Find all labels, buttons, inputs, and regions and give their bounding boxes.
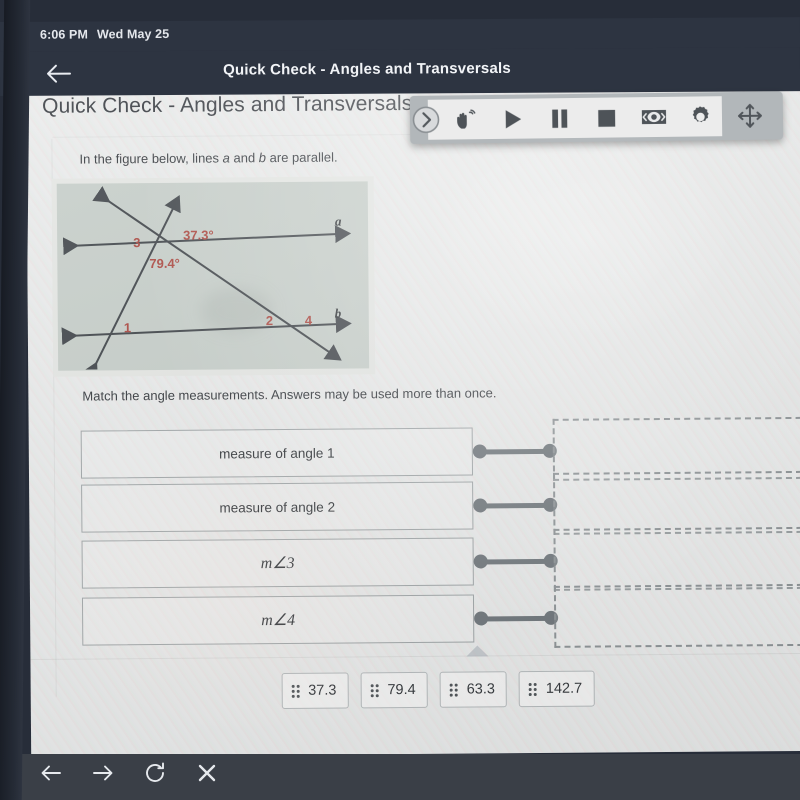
answer-tile-value: 63.3 bbox=[466, 681, 495, 698]
figure-angle-label-4: 4 bbox=[304, 312, 313, 328]
page-title: Quick Check - Angles and Transversals bbox=[42, 91, 413, 118]
figure-diagram bbox=[61, 186, 352, 370]
answer-tile[interactable]: 37.3 bbox=[281, 672, 349, 710]
gear-icon[interactable] bbox=[684, 99, 718, 133]
answer-tile[interactable]: 79.4 bbox=[360, 671, 428, 709]
figure-prompt-intro: In the figure below, lines bbox=[79, 150, 223, 167]
answer-tile-value: 79.4 bbox=[387, 681, 416, 699]
answer-tray-caret-icon bbox=[466, 645, 489, 657]
play-icon[interactable] bbox=[495, 102, 529, 136]
device-photo: 6:06 PM Wed May 25 Quick Check - Angles a… bbox=[0, 0, 800, 800]
match-label-box[interactable]: m∠3 bbox=[81, 537, 474, 589]
figure-line-label-a: a bbox=[334, 213, 342, 229]
drag-grip-icon bbox=[528, 682, 538, 696]
drag-grip-icon bbox=[449, 683, 459, 697]
device-bezel bbox=[0, 0, 31, 800]
refresh-icon[interactable] bbox=[140, 758, 170, 788]
match-instruction: Match the angle measurements. Answers ma… bbox=[82, 385, 497, 404]
status-bar-date: Wed May 25 bbox=[96, 26, 170, 42]
pause-icon[interactable] bbox=[542, 101, 576, 135]
answer-tile[interactable]: 142.7 bbox=[518, 670, 595, 708]
match-label-text: m∠4 bbox=[261, 611, 296, 630]
match-label-text: m∠3 bbox=[260, 554, 295, 573]
arrow-left-icon[interactable] bbox=[36, 758, 66, 788]
stop-icon[interactable] bbox=[589, 100, 623, 134]
figure-line-label-b: b bbox=[334, 305, 342, 321]
match-dropzone[interactable] bbox=[553, 583, 800, 648]
match-dropzone[interactable] bbox=[553, 526, 800, 591]
web-page: Quick Check - Angles and Transversals In… bbox=[26, 86, 800, 757]
match-connector bbox=[473, 497, 558, 513]
match-label-box[interactable]: measure of angle 1 bbox=[80, 427, 474, 479]
app-bar-title: Quick Check - Angles and Transversals bbox=[223, 59, 511, 79]
status-bar-time: 6:06 PM bbox=[39, 27, 88, 42]
move-four-arrows-icon[interactable] bbox=[720, 94, 781, 137]
tap-hand-icon[interactable] bbox=[448, 102, 482, 136]
match-row: m∠4 bbox=[81, 583, 800, 648]
match-connector bbox=[474, 610, 559, 626]
match-row: measure of angle 1 bbox=[80, 416, 800, 481]
figure-angle-label-1: 1 bbox=[123, 320, 132, 336]
answer-tile-value: 37.3 bbox=[308, 682, 337, 699]
figure-angle-label-3: 3 bbox=[133, 235, 141, 251]
floating-toolbar-buttons bbox=[444, 96, 722, 139]
figure-prompt: In the figure below, lines a and b are p… bbox=[79, 150, 337, 167]
figure-prompt-and: and bbox=[229, 150, 259, 166]
figure-prompt-outro: are parallel. bbox=[265, 149, 338, 166]
answer-tray: 37.3 79.4 63.3 142.7 bbox=[31, 669, 800, 731]
chevron-right-circle-icon[interactable] bbox=[411, 105, 441, 135]
figure-angle-label-373: 37.3° bbox=[183, 227, 214, 243]
bottom-nav-bar bbox=[0, 754, 800, 800]
figure-angle-label-2: 2 bbox=[265, 313, 274, 329]
match-row: m∠3 bbox=[81, 526, 800, 591]
match-rows-container: measure of angle 1 measure of angle 2 m∠… bbox=[29, 416, 800, 661]
status-bar-text: 6:06 PM Wed May 25 bbox=[40, 27, 169, 42]
match-label-text: measure of angle 1 bbox=[218, 445, 335, 461]
geometry-figure: 3 37.3° 79.4° 1 2 4 a b bbox=[51, 176, 376, 377]
match-label-box[interactable]: measure of angle 2 bbox=[81, 481, 474, 533]
close-x-icon[interactable] bbox=[192, 758, 222, 788]
app-bar: Quick Check - Angles and Transversals bbox=[0, 47, 800, 96]
match-dropzone[interactable] bbox=[552, 470, 800, 535]
match-connector bbox=[472, 443, 557, 459]
match-connector bbox=[473, 553, 558, 569]
match-row: measure of angle 2 bbox=[81, 470, 800, 535]
status-bar: 6:06 PM Wed May 25 bbox=[0, 17, 800, 52]
answer-tile-value: 142.7 bbox=[545, 680, 583, 697]
match-label-text: measure of angle 2 bbox=[219, 499, 336, 515]
arrow-right-icon[interactable] bbox=[88, 758, 118, 788]
floating-toolbar[interactable] bbox=[409, 91, 784, 144]
drag-grip-icon bbox=[370, 683, 379, 697]
match-label-box[interactable]: m∠4 bbox=[81, 594, 475, 646]
figure-angle-label-794: 79.4° bbox=[149, 255, 180, 272]
answer-tile[interactable]: 63.3 bbox=[439, 671, 508, 708]
rewind-eye-icon[interactable] bbox=[637, 100, 671, 134]
drag-grip-icon bbox=[291, 684, 300, 698]
